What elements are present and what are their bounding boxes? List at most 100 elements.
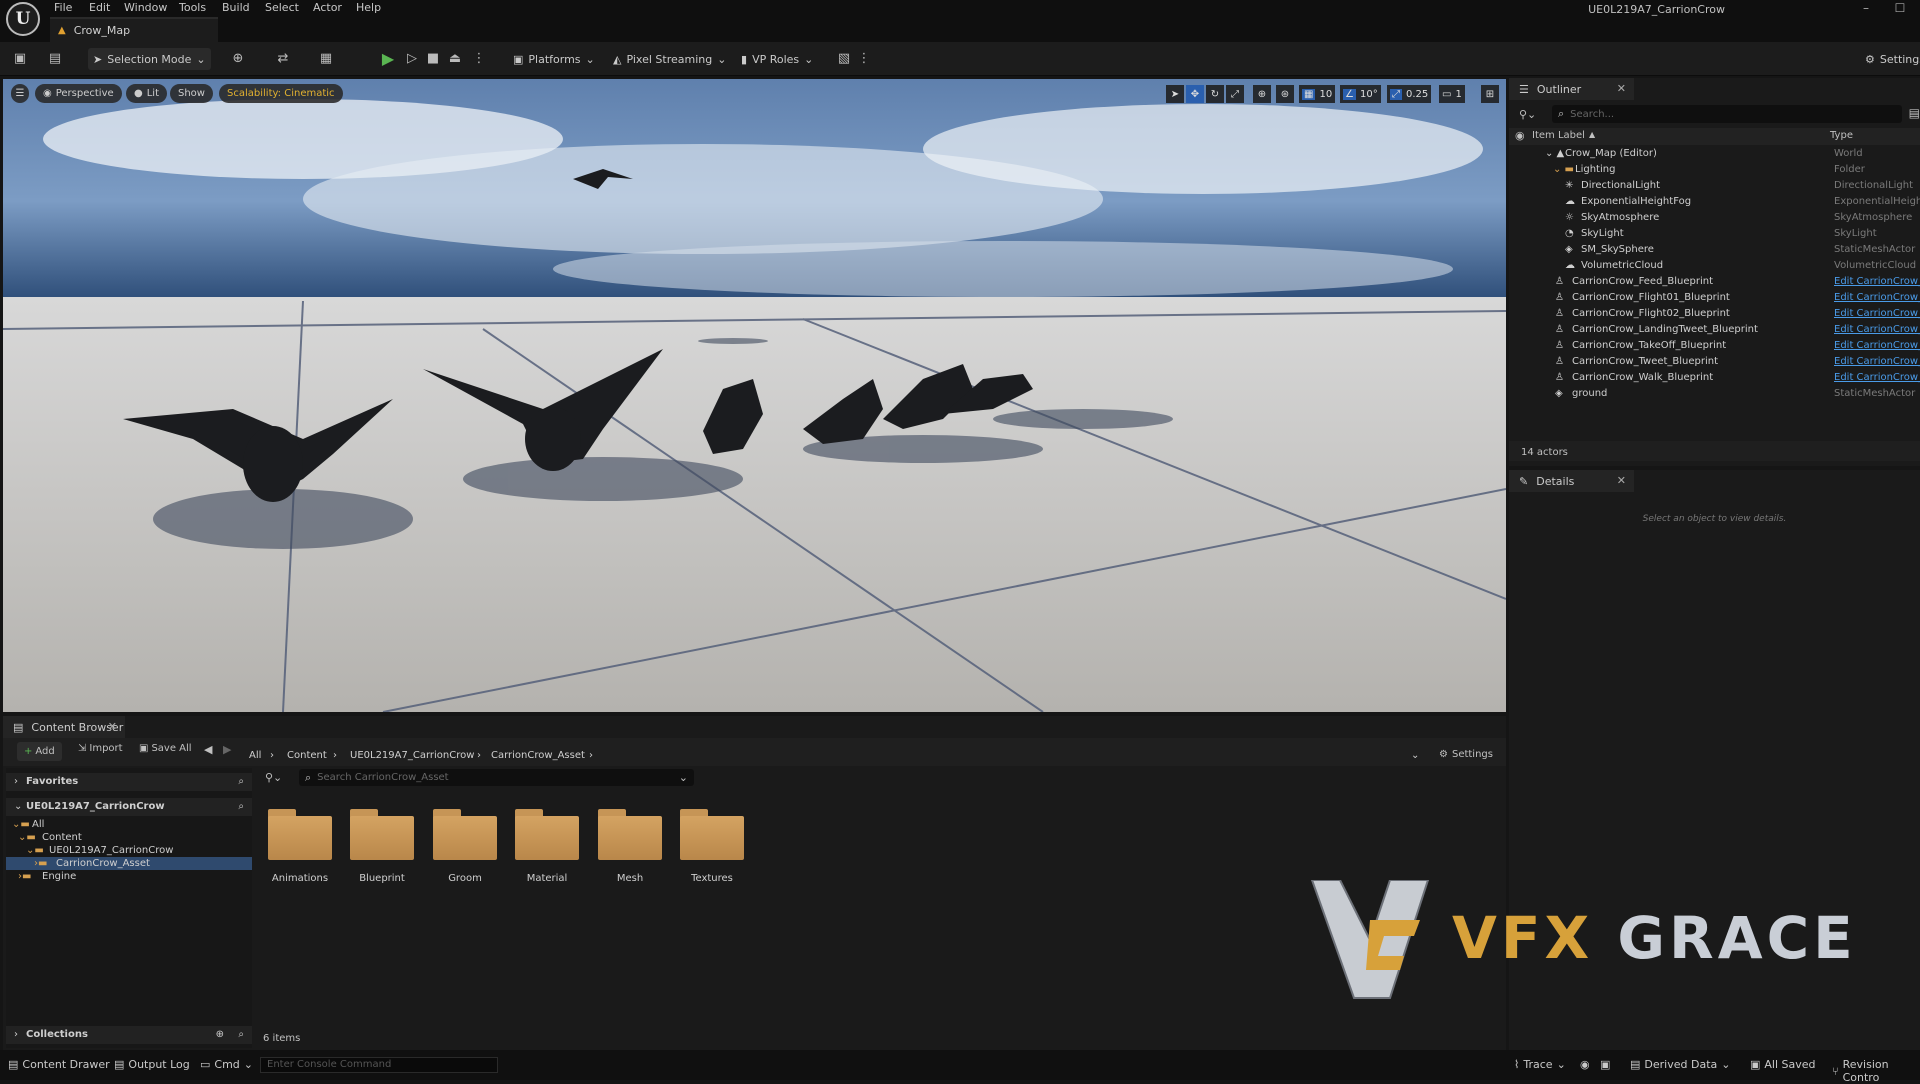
tree-item-engine[interactable]: ›▬ Engine xyxy=(6,870,252,883)
back-icon[interactable]: ◀ xyxy=(204,743,212,756)
visibility-icon[interactable]: ◉ xyxy=(1515,129,1525,142)
menu-tools[interactable]: Tools xyxy=(179,0,206,15)
scale-tool-icon[interactable]: ⤢ xyxy=(1226,85,1244,103)
outliner-tab[interactable]: ☰ Outliner ✕ xyxy=(1509,78,1634,100)
content-browser-tab[interactable]: ▤ Content Browser ✕ xyxy=(3,716,125,738)
blueprint-icon[interactable]: ⇄ xyxy=(275,51,291,67)
layout-icon[interactable]: ▧ xyxy=(836,51,852,67)
lit-button[interactable]: ● Lit xyxy=(126,84,168,103)
favorites-section[interactable]: › Favorites ⌕ xyxy=(6,773,252,791)
cb-settings-button[interactable]: ⚙ Settings xyxy=(1439,749,1493,760)
folder-animations[interactable]: Animations xyxy=(266,807,334,884)
history-dropdown-icon[interactable]: ⌄ xyxy=(1411,750,1419,761)
perspective-button[interactable]: ◉ Perspective xyxy=(35,84,122,103)
menu-help[interactable]: Help xyxy=(356,0,381,15)
collections-section[interactable]: › Collections ⊕ ⌕ xyxy=(6,1026,252,1044)
outliner-row[interactable]: ◈ SM_SkySphere StaticMeshActor xyxy=(1509,242,1920,258)
outliner-row[interactable]: ♙ CarrionCrow_Tweet_Blueprint Edit Carrion… xyxy=(1509,354,1920,370)
breadcrumb-project[interactable]: UE0L219A7_CarrionCrow xyxy=(350,750,474,761)
filter-icon[interactable]: ⚲⌄ xyxy=(265,771,282,784)
step-icon[interactable]: ▷ xyxy=(404,51,420,67)
scale-snap-button[interactable]: ⤢ 0.25 xyxy=(1387,85,1432,103)
menu-edit[interactable]: Edit xyxy=(89,0,110,15)
add-button[interactable]: + Add xyxy=(17,742,62,761)
folder-groom[interactable]: Groom xyxy=(431,807,499,884)
menu-select[interactable]: Select xyxy=(265,0,299,15)
close-icon[interactable]: ✕ xyxy=(108,720,117,733)
menu-window[interactable]: Window xyxy=(124,0,167,15)
platforms-button[interactable]: ▣ Platforms ⌄ xyxy=(508,48,600,70)
browse-icon[interactable]: ▤ xyxy=(47,51,63,67)
tree-item-project[interactable]: ⌄▬ UE0L219A7_CarrionCrow xyxy=(6,844,252,857)
revision-control-button[interactable]: ⑂ Revision Contro xyxy=(1832,1058,1920,1084)
outliner-row[interactable]: ☁ VolumetricCloud VolumetricCloud xyxy=(1509,258,1920,274)
eject-icon[interactable]: ⏏ xyxy=(447,51,463,67)
outliner-row[interactable]: ♙ CarrionCrow_TakeOff_Blueprint Edit Carri… xyxy=(1509,338,1920,354)
menu-actor[interactable]: Actor xyxy=(313,0,342,15)
outliner-row[interactable]: ⌄ ▲ Crow_Map (Editor) World xyxy=(1509,146,1920,162)
tree-item-content[interactable]: ⌄▬ Content xyxy=(6,831,252,844)
folder-textures[interactable]: Textures xyxy=(678,807,746,884)
forward-icon[interactable]: ▶ xyxy=(223,743,231,756)
cmd-dropdown[interactable]: ▭ Cmd ⌄ xyxy=(200,1058,253,1071)
outliner-row[interactable]: ◔ SkyLight SkyLight xyxy=(1509,226,1920,242)
outliner-row[interactable]: ◈ ground StaticMeshActor xyxy=(1509,386,1920,402)
stop-icon[interactable]: ■ xyxy=(425,51,441,67)
outliner-search-input[interactable]: ⌕ Search... xyxy=(1552,105,1902,123)
output-log-button[interactable]: ▤ Output Log xyxy=(114,1058,190,1071)
cinematics-icon[interactable]: ▦ xyxy=(318,51,334,67)
play-icon[interactable]: ▶ xyxy=(380,51,396,67)
more-options-icon[interactable]: ⋮ xyxy=(856,51,872,67)
filter-icon[interactable]: ⚲⌄ xyxy=(1519,108,1536,121)
outliner-row[interactable]: ⌄ ▬ Lighting Folder xyxy=(1509,162,1920,178)
maximize-icon[interactable]: ☐ xyxy=(1886,0,1914,16)
screenshot-icon[interactable]: ▣ xyxy=(1600,1058,1610,1071)
outliner-row[interactable]: ♙ CarrionCrow_Flight02_Blueprint Edit Carr… xyxy=(1509,306,1920,322)
vp-roles-button[interactable]: ▮ VP Roles ⌄ xyxy=(736,48,818,70)
unreal-logo-icon[interactable]: U xyxy=(6,2,40,36)
selection-mode-dropdown[interactable]: ➤ Selection Mode ⌄ xyxy=(88,48,211,70)
breadcrumb-content[interactable]: Content xyxy=(287,750,327,761)
search-icon[interactable]: ⌕ xyxy=(238,773,244,791)
search-icon[interactable]: ⌕ xyxy=(238,798,244,816)
move-tool-icon[interactable]: ✥ xyxy=(1186,85,1204,103)
save-icon[interactable]: ▣ xyxy=(12,51,28,67)
tree-item-all[interactable]: ⌄▬ All xyxy=(6,818,252,831)
close-icon[interactable]: ✕ xyxy=(1617,82,1626,95)
menu-file[interactable]: File xyxy=(54,0,72,15)
show-button[interactable]: Show xyxy=(170,84,213,103)
console-input[interactable]: Enter Console Command xyxy=(260,1057,498,1073)
search-icon[interactable]: ⌕ xyxy=(238,1026,244,1044)
outliner-row[interactable]: ✳ DirectionalLight DirectionalLight xyxy=(1509,178,1920,194)
add-collection-icon[interactable]: ⊕ xyxy=(216,1026,224,1044)
rotation-snap-button[interactable]: ∠ 10° xyxy=(1340,85,1381,103)
derived-data-button[interactable]: ▤ Derived Data ⌄ xyxy=(1630,1058,1730,1071)
save-all-button[interactable]: ▣ Save All xyxy=(139,743,192,754)
import-button[interactable]: ⇲ Import xyxy=(78,743,123,754)
col-type[interactable]: Type xyxy=(1830,130,1853,141)
settings-button[interactable]: ⚙ Settings xyxy=(1860,48,1920,70)
asset-search-input[interactable]: ⌕ Search CarrionCrow_Asset ⌄ xyxy=(299,769,694,786)
breadcrumb-all[interactable]: All xyxy=(249,750,261,761)
outliner-row[interactable]: ♙ CarrionCrow_Walk_Blueprint Edit CarrionC… xyxy=(1509,370,1920,386)
world-space-icon[interactable]: ⊕ xyxy=(1253,85,1271,103)
close-icon[interactable]: ✕ xyxy=(1617,474,1626,487)
folder-blueprint[interactable]: Blueprint xyxy=(348,807,416,884)
camera-speed-button[interactable]: ▭ 1 xyxy=(1439,85,1465,103)
menu-build[interactable]: Build xyxy=(222,0,250,15)
col-item-label[interactable]: Item Label xyxy=(1532,130,1585,141)
content-drawer-button[interactable]: ▤ Content Drawer xyxy=(8,1058,110,1071)
viewport-menu-icon[interactable]: ☰ xyxy=(11,84,29,103)
project-section[interactable]: ⌄ UE0L219A7_CarrionCrow ⌕ xyxy=(6,798,252,816)
surface-snap-icon[interactable]: ⊛ xyxy=(1276,85,1294,103)
outliner-row[interactable]: ♙ CarrionCrow_Feed_Blueprint Edit CarrionC… xyxy=(1509,274,1920,290)
level-viewport[interactable]: ☰ ◉ Perspective ● Lit Show Scalability: … xyxy=(3,79,1506,712)
select-tool-icon[interactable]: ➤ xyxy=(1166,85,1184,103)
scalability-button[interactable]: Scalability: Cinematic xyxy=(219,84,343,103)
pixel-streaming-button[interactable]: ◭ Pixel Streaming ⌄ xyxy=(608,48,731,70)
folder-mesh[interactable]: Mesh xyxy=(596,807,664,884)
minimize-icon[interactable]: – xyxy=(1852,0,1880,16)
outliner-row[interactable]: ♙ CarrionCrow_LandingTweet_Blueprint Edit … xyxy=(1509,322,1920,338)
trace-button[interactable]: ⌇ Trace ⌄ xyxy=(1514,1058,1566,1071)
tree-item-carrioncrow-asset[interactable]: ›▬ CarrionCrow_Asset xyxy=(6,857,252,870)
